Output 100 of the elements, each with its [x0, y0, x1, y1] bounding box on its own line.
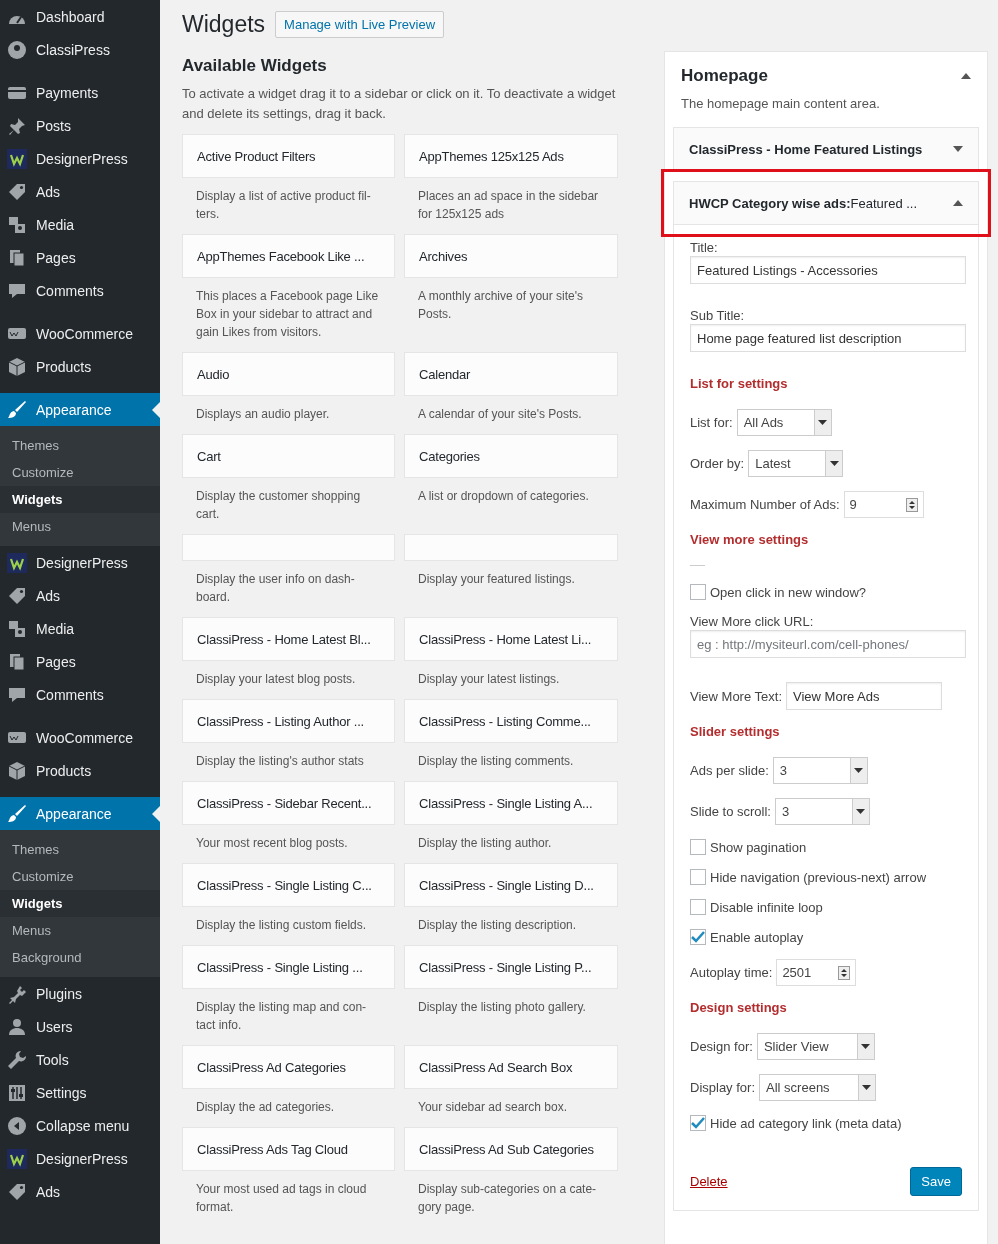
menu-item[interactable]: Comments — [0, 678, 160, 711]
submenu-item[interactable]: Background — [0, 944, 160, 971]
plug-icon — [7, 983, 27, 1004]
number-field[interactable]: 9 — [843, 491, 924, 518]
menu-item[interactable]: Appearance — [0, 797, 160, 830]
menu-item[interactable]: Tools — [0, 1043, 160, 1076]
caret-icon — [829, 461, 839, 466]
dropdown[interactable]: 3 — [772, 757, 868, 784]
submenu-item[interactable]: Themes — [0, 836, 160, 863]
widget-header[interactable]: HWCP Category wise ads:Featured ... — [673, 181, 979, 225]
text-field[interactable]: Featured Listings - Accessories — [690, 256, 966, 284]
widget-header[interactable]: ClassiPress - Home Featured Listings — [673, 127, 979, 171]
checkbox[interactable] — [690, 839, 706, 855]
menu-item[interactable]: Settings — [0, 1076, 160, 1109]
section-heading: Available Widgets — [182, 56, 328, 76]
submenu-item[interactable]: Menus — [0, 917, 160, 944]
widget-description: This places a Facebook page Like Box in your sidebar to attract and gain Likes from visitors. — [195, 288, 380, 341]
widget-description: Display the user info on dash-board. — [195, 571, 356, 606]
menu-item[interactable]: WooCommerce — [0, 721, 160, 754]
menu-item[interactable]: Media — [0, 208, 160, 241]
toggle-icon[interactable] — [961, 73, 971, 79]
submenu-item[interactable]: Customize — [0, 459, 160, 486]
widget-description: Your most recent blog posts. — [195, 835, 349, 852]
checkbox[interactable] — [690, 1115, 706, 1131]
number-field[interactable]: 2501 — [776, 959, 857, 986]
widget-card[interactable]: ClassiPress - Home Latest Li... — [404, 617, 618, 661]
live-preview-button[interactable]: Manage with Live Preview — [275, 10, 445, 38]
menu-item[interactable]: Comments — [0, 274, 160, 307]
menu-item[interactable]: Plugins — [0, 977, 160, 1010]
menu-item[interactable]: Dashboard — [0, 0, 160, 33]
save-button[interactable]: Save — [910, 1167, 962, 1196]
menu-item[interactable]: DesignerPress — [0, 546, 160, 579]
menu-item[interactable]: WooCommerce — [0, 317, 160, 350]
widget-card[interactable]: ClassiPress - Home Latest Bl... — [182, 617, 395, 661]
page-title: Widgets — [182, 10, 266, 38]
submenu-item[interactable]: Widgets — [0, 890, 160, 917]
delete-link[interactable]: Delete — [690, 1174, 728, 1189]
menu-item[interactable]: DesignerPress — [0, 142, 160, 175]
widget-card[interactable]: ClassiPress Ads Tag Cloud — [182, 1127, 395, 1171]
checkbox[interactable] — [690, 899, 706, 915]
submenu-item[interactable]: Customize — [0, 863, 160, 890]
menu-item[interactable]: Media — [0, 612, 160, 645]
field-label: Display for: — [690, 1080, 756, 1095]
menu-item[interactable]: Products — [0, 754, 160, 787]
toggle-icon[interactable] — [953, 146, 963, 152]
menu-item[interactable]: ClassiPress — [0, 33, 160, 66]
widget-card[interactable]: ClassiPress - Sidebar Recent... — [182, 781, 395, 825]
text-field[interactable]: View More Ads — [786, 682, 942, 710]
widget-card[interactable]: ClassiPress - Single Listing A... — [404, 781, 618, 825]
widget-card[interactable]: ClassiPress - Listing Comme... — [404, 699, 618, 743]
widget-card[interactable]: ClassiPress Ad Sub Categories — [404, 1127, 618, 1171]
widget-card[interactable]: Calendar — [404, 352, 618, 396]
widget-card[interactable]: ClassiPress Ad Search Box — [404, 1045, 618, 1089]
widget-card[interactable]: Cart — [182, 434, 395, 478]
widget-card[interactable]: ClassiPress - Listing Author ... — [182, 699, 395, 743]
dropdown[interactable]: Slider View — [756, 1033, 875, 1060]
submenu-item[interactable]: Themes — [0, 432, 160, 459]
menu-item[interactable]: Ads — [0, 1175, 160, 1208]
widget-card[interactable]: ClassiPress Ad Categories — [182, 1045, 395, 1089]
menu-item[interactable]: Products — [0, 350, 160, 383]
text-field[interactable]: eg : http://mysiteurl.com/cell-phones/ — [690, 630, 966, 658]
widget-card[interactable]: ClassiPress - Single Listing P... — [404, 945, 618, 989]
checkbox[interactable] — [690, 869, 706, 885]
toggle-icon[interactable] — [953, 200, 963, 206]
caret-icon — [861, 1044, 871, 1049]
checkbox[interactable] — [690, 584, 706, 600]
submenu-item[interactable]: Widgets — [0, 486, 160, 513]
widget-card[interactable]: ClassiPress - Single Listing C... — [182, 863, 395, 907]
wrench-icon — [7, 1049, 27, 1070]
menu-item[interactable]: Payments — [0, 76, 160, 109]
widget-card[interactable]: Audio — [182, 352, 395, 396]
widget-card[interactable]: ClassiPress - Single Listing ... — [182, 945, 395, 989]
menu-item[interactable]: Collapse menu — [0, 1109, 160, 1142]
menu-item[interactable]: Ads — [0, 175, 160, 208]
widget-description: Display the listing photo gallery. — [417, 999, 587, 1016]
dropdown[interactable]: All Ads — [736, 409, 832, 436]
widget-card[interactable]: Active Product Filters — [182, 134, 395, 178]
dropdown[interactable]: 3 — [774, 798, 870, 825]
widget-card[interactable]: AppThemes Facebook Like ... — [182, 234, 395, 278]
widget-card[interactable]: Archives — [404, 234, 618, 278]
widget-card[interactable]: AppThemes 125x125 Ads — [404, 134, 618, 178]
menu-item[interactable]: Pages — [0, 645, 160, 678]
menu-item[interactable]: Posts — [0, 109, 160, 142]
widget-description: Display the listing author. — [417, 835, 553, 852]
menu-item[interactable]: Ads — [0, 579, 160, 612]
dropdown[interactable]: Latest — [748, 450, 844, 477]
menu-item[interactable]: Users — [0, 1010, 160, 1043]
text-field[interactable]: Home page featured list description — [690, 324, 966, 352]
menu-item[interactable]: Pages — [0, 241, 160, 274]
submenu-item[interactable]: Menus — [0, 513, 160, 540]
caret-icon — [856, 809, 866, 814]
widget-card[interactable]: ClassiPress - Single Listing D... — [404, 863, 618, 907]
widget-description: Your most used ad tags in cloud format. — [195, 1181, 368, 1216]
dropdown[interactable]: All screens — [759, 1074, 876, 1101]
widget-card[interactable]: Categories — [404, 434, 618, 478]
menu-item[interactable]: Appearance — [0, 393, 160, 426]
checkbox[interactable] — [690, 929, 706, 945]
widget-description: Your sidebar ad search box. — [417, 1099, 568, 1116]
menu-item[interactable]: DesignerPress — [0, 1142, 160, 1175]
caret-icon — [862, 1085, 872, 1090]
